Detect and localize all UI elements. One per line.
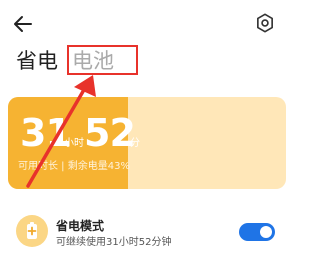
remaining-time-label: 可用时长 | 剩余电量43% bbox=[18, 161, 130, 172]
minutes-value: 52 bbox=[84, 111, 136, 155]
hours-unit: 小时 bbox=[64, 138, 84, 149]
power-saving-mode-title: 省电模式 bbox=[56, 219, 105, 233]
power-saving-icon bbox=[16, 215, 48, 247]
back-arrow-icon[interactable] bbox=[10, 11, 36, 37]
tab-power-saving[interactable]: 省电 bbox=[16, 48, 58, 74]
gear-icon[interactable] bbox=[254, 12, 276, 34]
power-saving-toggle[interactable] bbox=[239, 223, 275, 241]
toggle-knob bbox=[260, 226, 272, 238]
power-saving-mode-subtitle: 可继续使用31小时52分钟 bbox=[56, 237, 172, 248]
minutes-unit: 分 bbox=[130, 138, 140, 149]
annotation-highlight-box bbox=[67, 45, 138, 75]
